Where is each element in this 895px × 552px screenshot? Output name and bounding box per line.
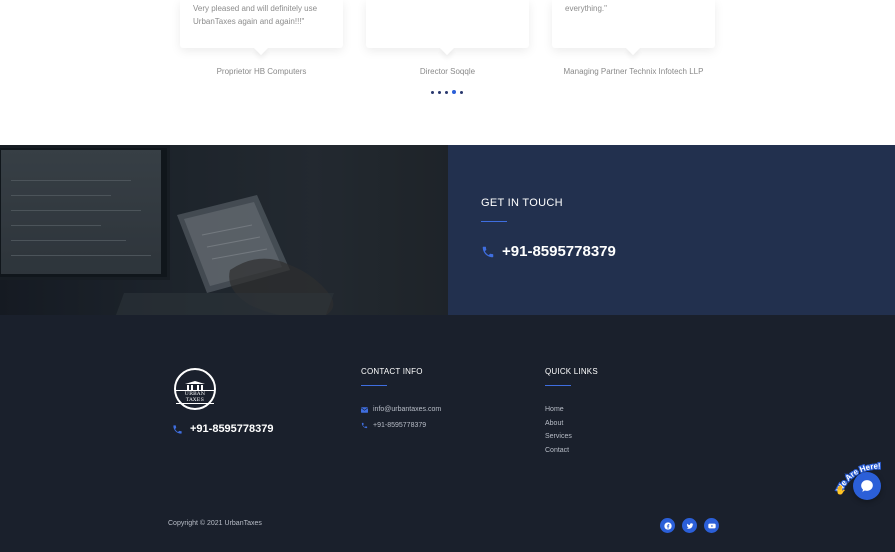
quick-link-contact[interactable]: Contact — [545, 447, 569, 454]
envelope-icon — [361, 406, 368, 413]
get-in-touch-title: GET IN TOUCH — [481, 197, 563, 209]
youtube-button[interactable] — [704, 518, 719, 533]
footer-phone-number[interactable]: +91-8595778379 — [190, 423, 274, 435]
get-in-touch-phone[interactable]: +91-8595778379 — [481, 243, 616, 260]
get-in-touch-panel: GET IN TOUCH +91-8595778379 — [448, 145, 895, 315]
carousel-dot[interactable] — [438, 90, 441, 94]
testimonial-card: everything." — [552, 0, 715, 56]
quick-link-home[interactable]: Home — [545, 406, 564, 413]
testimonials-section: Very pleased and will definitely use Urb… — [0, 0, 895, 145]
carousel-dot[interactable] — [460, 90, 463, 94]
testimonial-quote: Very pleased and will definitely use Urb… — [193, 4, 318, 26]
contact-phone-text[interactable]: +91-8595778379 — [373, 422, 426, 429]
title-underline — [481, 221, 507, 222]
contact-info-title: CONTACT INFO — [361, 367, 423, 376]
logo-text: URBAN TAXES — [176, 390, 214, 404]
testimonial-author: Managing Partner Technix Infotech LLP — [563, 67, 704, 76]
footer-phone[interactable]: +91-8595778379 — [172, 423, 274, 435]
quick-link-services[interactable]: Services — [545, 433, 572, 440]
facebook-icon — [663, 521, 672, 530]
phone-icon — [173, 424, 182, 434]
site-footer: URBAN TAXES +91-8595778379 CONTACT INFO … — [0, 315, 895, 552]
youtube-icon — [707, 523, 716, 528]
twitter-button[interactable] — [682, 518, 697, 533]
quick-link-about[interactable]: About — [545, 420, 563, 427]
twitter-icon — [686, 522, 693, 529]
building-icon — [185, 381, 205, 390]
waving-hand-icon: ✋ — [835, 484, 846, 495]
carousel-dots — [431, 90, 463, 94]
carousel-dot[interactable] — [431, 90, 434, 94]
chat-bubble-icon — [861, 480, 873, 492]
chat-button[interactable] — [853, 472, 881, 500]
contact-email[interactable]: info@urbantaxes.com — [361, 406, 441, 413]
testimonial-card — [366, 0, 529, 56]
facebook-button[interactable] — [660, 518, 675, 533]
carousel-dot[interactable] — [445, 90, 448, 94]
urbantaxes-logo[interactable]: URBAN TAXES — [174, 368, 216, 410]
phone-icon — [361, 422, 368, 429]
testimonial-card: Very pleased and will definitely use Urb… — [180, 0, 343, 56]
phone-number[interactable]: +91-8595778379 — [502, 243, 616, 260]
copyright-text: Copyright © 2021 UrbanTaxes — [168, 520, 262, 527]
contact-email-text[interactable]: info@urbantaxes.com — [373, 406, 441, 413]
carousel-dot-active[interactable] — [452, 90, 456, 94]
phone-icon — [482, 246, 494, 257]
testimonial-author: Proprietor HB Computers — [216, 67, 307, 76]
quick-links-title: QUICK LINKS — [545, 367, 598, 376]
testimonial-quote: everything." — [565, 4, 607, 13]
testimonial-author: Director Soqqle — [419, 67, 476, 76]
contact-phone[interactable]: +91-8595778379 — [361, 422, 426, 429]
